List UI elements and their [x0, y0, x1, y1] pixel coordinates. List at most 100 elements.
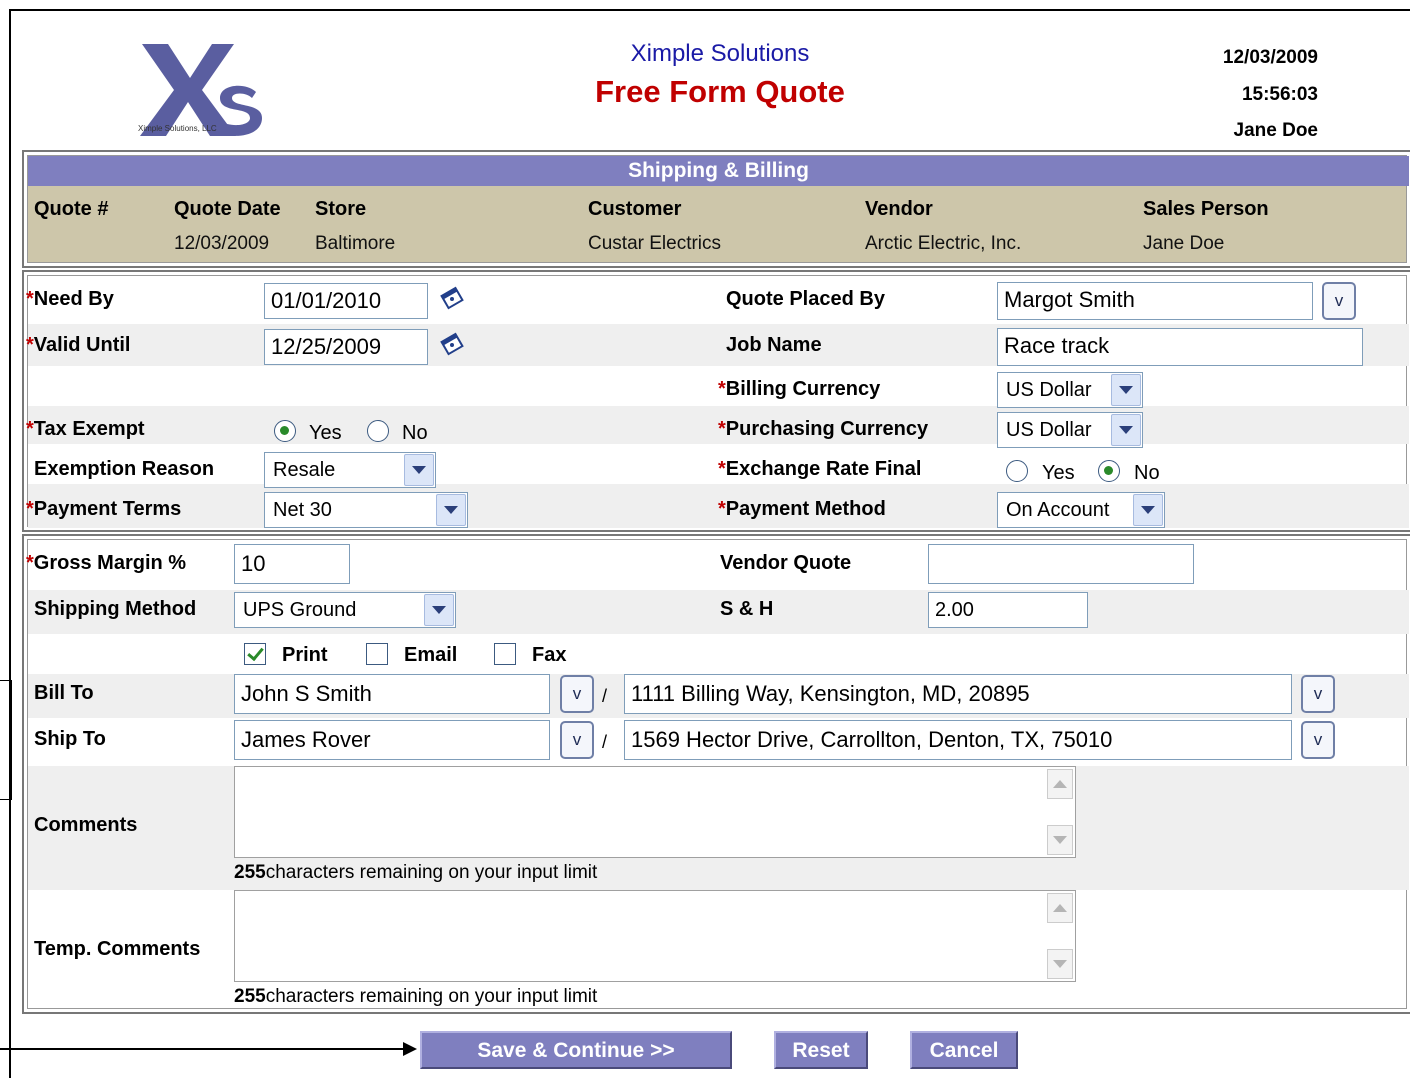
- chevron-down-icon[interactable]: [1111, 374, 1141, 406]
- fax-label: Fax: [532, 644, 567, 666]
- need-by-input[interactable]: 01/01/2010: [264, 283, 428, 319]
- comments-remaining-count: 255: [234, 862, 266, 883]
- chevron-down-icon[interactable]: [424, 594, 454, 626]
- summary-section: Shipping & Billing Quote # Quote Date St…: [22, 150, 1410, 268]
- payment-terms-select[interactable]: Net 30: [264, 492, 468, 528]
- tax-exempt-no-radio[interactable]: [367, 420, 389, 442]
- scroll-up-icon[interactable]: [1047, 893, 1073, 923]
- exemption-reason-label: Exemption Reason: [34, 458, 215, 480]
- value-customer: Custar Electrics: [588, 233, 722, 254]
- comments-remaining-text: characters remaining on your input limit: [265, 862, 598, 883]
- billing-currency-label-text: Billing Currency: [725, 378, 881, 400]
- col-store: Store: [315, 198, 367, 220]
- print-label: Print: [282, 644, 328, 666]
- exchange-rate-yes-radio[interactable]: [1006, 460, 1028, 482]
- calendar-icon[interactable]: [440, 284, 466, 310]
- exemption-reason-value: Resale: [273, 459, 336, 481]
- print-checkbox[interactable]: [244, 643, 266, 665]
- header-date: 12/03/2009: [1222, 47, 1318, 68]
- payment-terms-label-text: Payment Terms: [33, 498, 182, 520]
- ship-to-label: Ship To: [34, 728, 106, 750]
- shipping-method-label: Shipping Method: [34, 598, 197, 620]
- shipping-method-value: UPS Ground: [243, 599, 357, 621]
- s-and-h-label: S & H: [720, 598, 774, 620]
- ship-to-name-input[interactable]: James Rover: [234, 720, 550, 760]
- payment-method-value: On Account: [1006, 499, 1110, 521]
- scroll-down-icon[interactable]: [1047, 825, 1073, 855]
- value-quote-date: 12/03/2009: [174, 233, 270, 254]
- job-name-input[interactable]: Race track: [997, 328, 1363, 366]
- section-band-shipping-billing: Shipping & Billing: [28, 156, 1409, 186]
- billing-currency-select[interactable]: US Dollar: [997, 372, 1143, 408]
- exchange-rate-no-radio[interactable]: [1098, 460, 1120, 482]
- col-quote-date: Quote Date: [174, 198, 281, 220]
- ship-to-name-lookup-button[interactable]: v: [560, 721, 594, 759]
- tax-exempt-yes-radio[interactable]: [274, 420, 296, 442]
- exemption-reason-select[interactable]: Resale: [264, 452, 436, 488]
- purchasing-currency-select[interactable]: US Dollar: [997, 412, 1143, 448]
- company-logo: Ximple Solutions, LLC: [138, 40, 268, 140]
- quote-placed-by-input[interactable]: Margot Smith: [997, 282, 1313, 320]
- job-name-label: Job Name: [726, 334, 822, 356]
- comments-textarea[interactable]: [234, 766, 1076, 858]
- required-mark: *: [26, 288, 34, 310]
- need-by-label-text: Need By: [33, 288, 114, 310]
- required-mark: *: [26, 498, 34, 520]
- chevron-down-icon[interactable]: [404, 454, 434, 486]
- purchasing-currency-label-text: Purchasing Currency: [725, 418, 929, 440]
- gross-margin-label-text: Gross Margin %: [33, 552, 187, 574]
- quote-placed-by-label: Quote Placed By: [726, 288, 885, 310]
- need-by-label: *Need By: [26, 288, 114, 311]
- col-quote-number: Quote #: [34, 198, 109, 220]
- ship-to-address-lookup-button[interactable]: v: [1301, 721, 1335, 759]
- temp-comments-label: Temp. Comments: [34, 938, 201, 960]
- cancel-button[interactable]: Cancel: [910, 1031, 1018, 1069]
- calendar-icon[interactable]: [440, 330, 466, 356]
- comments-remaining: 255characters remaining on your input li…: [234, 862, 597, 884]
- s-and-h-input[interactable]: 2.00: [928, 592, 1088, 628]
- email-checkbox[interactable]: [366, 643, 388, 665]
- valid-until-label-text: Valid Until: [33, 334, 131, 356]
- billing-currency-label: *Billing Currency: [718, 378, 880, 401]
- valid-until-input[interactable]: 12/25/2009: [264, 329, 428, 365]
- bill-to-address-input[interactable]: 1111 Billing Way, Kensington, MD, 20895: [624, 674, 1292, 714]
- temp-comments-remaining-count: 255: [234, 986, 266, 1007]
- chevron-down-icon[interactable]: [436, 494, 466, 526]
- required-mark: *: [718, 418, 726, 440]
- vendor-quote-input[interactable]: [928, 544, 1194, 584]
- temp-comments-textarea[interactable]: [234, 890, 1076, 982]
- payment-method-select[interactable]: On Account: [997, 492, 1165, 528]
- vendor-quote-label: Vendor Quote: [720, 552, 852, 574]
- bill-to-address-lookup-button[interactable]: v: [1301, 675, 1335, 713]
- reset-button[interactable]: Reset: [774, 1031, 868, 1069]
- shipping-method-select[interactable]: UPS Ground: [234, 592, 456, 628]
- col-vendor: Vendor: [865, 198, 933, 220]
- company-name: Ximple Solutions: [630, 40, 810, 67]
- exchange-rate-no-label: No: [1134, 462, 1160, 484]
- quote-placed-by-lookup-button[interactable]: v: [1322, 282, 1356, 320]
- payment-method-label-text: Payment Method: [725, 498, 886, 520]
- purchasing-currency-value: US Dollar: [1006, 419, 1092, 441]
- payment-terms-value: Net 30: [273, 499, 332, 521]
- ship-to-address-input[interactable]: 1569 Hector Drive, Carrollton, Denton, T…: [624, 720, 1292, 760]
- scroll-up-icon[interactable]: [1047, 769, 1073, 799]
- scroll-down-icon[interactable]: [1047, 949, 1073, 979]
- payment-method-label: *Payment Method: [718, 498, 886, 521]
- bill-to-name-lookup-button[interactable]: v: [560, 675, 594, 713]
- header-time: 15:56:03: [1241, 84, 1318, 105]
- shipping-section: *Gross Margin % 10 Vendor Quote Shipping…: [22, 534, 1410, 1014]
- bill-to-name-input[interactable]: John S Smith: [234, 674, 550, 714]
- chevron-down-icon[interactable]: [1111, 414, 1141, 446]
- fax-checkbox[interactable]: [494, 643, 516, 665]
- separator-slash: /: [602, 732, 608, 752]
- required-mark: *: [718, 378, 726, 400]
- chevron-down-icon[interactable]: [1133, 494, 1163, 526]
- tax-exempt-no-label: No: [402, 422, 428, 444]
- separator-slash: /: [602, 686, 608, 706]
- col-sales-person: Sales Person: [1143, 198, 1269, 220]
- annotation-frame-left: [9, 10, 11, 1078]
- value-sales-person: Jane Doe: [1143, 233, 1225, 254]
- tax-exempt-label: *Tax Exempt: [26, 418, 145, 441]
- save-continue-button[interactable]: Save & Continue >>: [420, 1031, 732, 1069]
- gross-margin-input[interactable]: 10: [234, 544, 350, 584]
